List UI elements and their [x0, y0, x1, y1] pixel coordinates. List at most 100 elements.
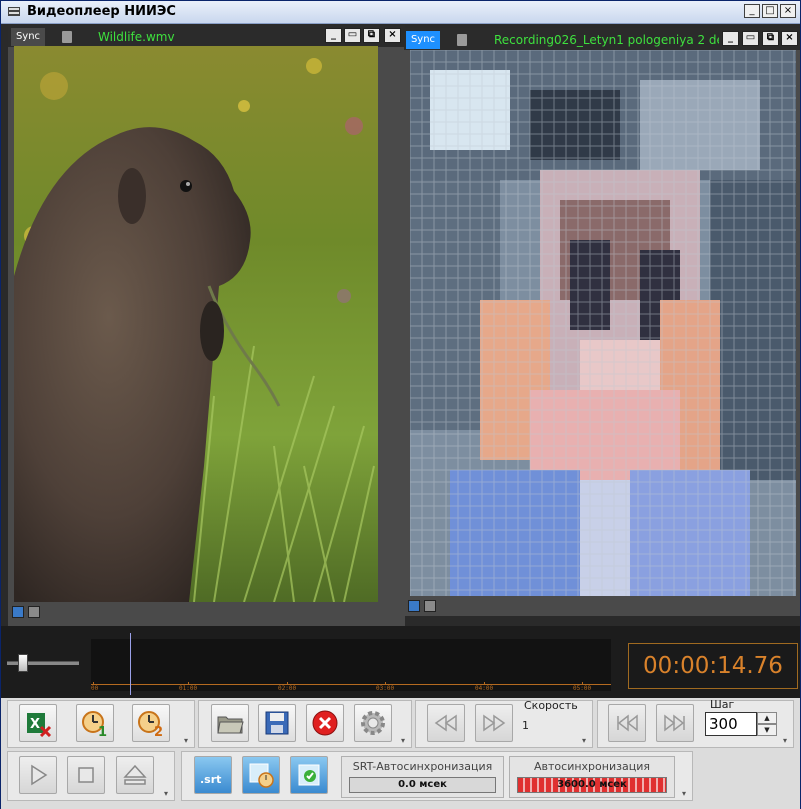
svg-text:X: X [30, 717, 40, 732]
play-button[interactable] [19, 756, 57, 794]
eject-button[interactable] [116, 756, 154, 794]
app-window: Видеоплеер НИИЭС _ □ × Sync Wildlife.wmv… [0, 0, 801, 809]
left-pane-doc-icon[interactable] [62, 31, 72, 43]
play-icon [31, 764, 48, 786]
srt-autosync-panel: SRT-Автосинхронизация 0.0 мсек [341, 756, 504, 798]
folder-open-icon [217, 716, 244, 734]
svg-text:1: 1 [98, 725, 107, 737]
save-icon [265, 711, 289, 735]
step-increase-button[interactable]: ▲ [757, 712, 777, 724]
sync-check-button[interactable] [290, 756, 328, 794]
group-options-icon[interactable]: ▾ [184, 737, 193, 746]
srt-icon: .srt [200, 773, 221, 786]
excel-export-button[interactable]: X [19, 704, 57, 742]
title-bar[interactable]: Видеоплеер НИИЭС _ □ × [1, 1, 800, 24]
right-pane-close-button[interactable]: × [781, 31, 798, 46]
minimize-button[interactable]: _ [744, 4, 760, 18]
timeline[interactable]: 00 01:00 02:00 03:00 04:00 05:00 [91, 639, 611, 692]
close-button[interactable]: × [780, 4, 796, 18]
speed-value: 1 [522, 719, 529, 732]
excel-export-icon: X [27, 713, 52, 737]
svg-text:.srt: .srt [200, 773, 221, 786]
rewind-button[interactable] [427, 704, 465, 742]
autosync-title: Автосинхронизация [534, 760, 650, 773]
eject-icon [123, 764, 147, 785]
timeline-tick-label: 05:00 [573, 685, 592, 692]
volume-slider-thumb[interactable] [18, 654, 28, 672]
right-pane-resize-icon[interactable] [424, 600, 436, 612]
srt-autosync-value: 0.0 мсек [349, 777, 496, 793]
group-options-icon[interactable]: ▾ [401, 737, 410, 746]
srt-autosync-title: SRT-Автосинхронизация [352, 760, 493, 773]
autosync-value: 3600.0 мсек [517, 777, 667, 793]
timeline-tick-label: 04:00 [475, 685, 494, 692]
sync-check-icon [298, 764, 320, 786]
step-decrease-button[interactable]: ▼ [757, 724, 777, 736]
speed-label: Скорость [524, 699, 578, 712]
fast-forward-button[interactable] [475, 704, 513, 742]
right-pane-doc-icon[interactable] [457, 34, 467, 46]
window-title: Видеоплеер НИИЭС [27, 4, 176, 19]
right-pane-float-button[interactable]: ⧉ [762, 31, 779, 46]
timeline-tick-label: 00 [91, 685, 99, 692]
group-options-icon[interactable]: ▾ [682, 790, 691, 799]
gear-icon [361, 711, 385, 735]
close-red-icon [312, 710, 338, 736]
srt-button[interactable]: .srt [194, 756, 232, 794]
left-pane-footer [8, 603, 405, 621]
skip-start-icon [617, 714, 638, 732]
stop-icon [78, 767, 94, 783]
left-pane-float-button[interactable]: ⧉ [363, 28, 380, 43]
sync-clock-button[interactable] [242, 756, 280, 794]
left-pane-resize-icon[interactable] [28, 606, 40, 618]
clock-2-button[interactable]: 2 [132, 704, 170, 742]
left-filename: Wildlife.wmv [98, 30, 175, 44]
right-video-frame[interactable] [410, 50, 796, 596]
right-video-pane: Sync Recording026_Letyn1 pologeniya 2 de… [404, 28, 800, 616]
left-pane-restore-button[interactable]: ▭ [344, 28, 361, 43]
right-filename: Recording026_Letyn1 pologeniya 2 den' 1_… [494, 33, 719, 47]
right-pane-restore-button[interactable]: ▭ [742, 31, 759, 46]
left-pane-minimize-button[interactable]: _ [325, 28, 342, 43]
timeline-tick-label: 02:00 [278, 685, 297, 692]
stop-button[interactable] [67, 756, 105, 794]
right-pane-footer [404, 597, 800, 615]
skip-end-button[interactable] [656, 704, 694, 742]
wildlife-video-image [14, 46, 378, 602]
app-icon [8, 7, 20, 16]
recording-video-image [410, 50, 796, 596]
save-button[interactable] [258, 704, 296, 742]
svg-text:2: 2 [154, 725, 163, 737]
clock-1-icon: 1 [82, 711, 107, 737]
settings-button[interactable] [354, 704, 392, 742]
right-pane-info-icon[interactable] [408, 600, 420, 612]
group-options-icon[interactable]: ▾ [582, 737, 591, 746]
autosync-panel: Автосинхронизация 3600.0 мсек [509, 756, 675, 798]
fast-forward-icon [483, 714, 506, 732]
close-file-button[interactable] [306, 704, 344, 742]
left-pane-info-icon[interactable] [12, 606, 24, 618]
right-pane-header: Sync Recording026_Letyn1 pologeniya 2 de… [404, 28, 800, 50]
skip-end-icon [664, 714, 685, 732]
step-label: Шаг [710, 698, 735, 711]
right-pane-minimize-button[interactable]: _ [722, 31, 739, 46]
maximize-button[interactable]: □ [762, 4, 778, 18]
group-options-icon[interactable]: ▾ [164, 790, 173, 799]
left-video-frame[interactable] [14, 46, 378, 602]
timeline-axis [91, 684, 611, 685]
timeline-tick-label: 03:00 [376, 685, 395, 692]
left-sync-tab[interactable]: Sync [11, 28, 45, 46]
right-sync-tab[interactable]: Sync [406, 31, 440, 49]
timeline-playhead[interactable] [130, 633, 131, 695]
open-folder-button[interactable] [211, 704, 249, 742]
skip-start-button[interactable] [608, 704, 646, 742]
clock-1-button[interactable]: 1 [76, 704, 114, 742]
left-pane-header: Sync Wildlife.wmv _ ▭ ⧉ × [8, 25, 405, 47]
left-video-pane: Sync Wildlife.wmv _ ▭ ⧉ × [8, 25, 405, 627]
step-input[interactable]: 300 [705, 712, 757, 736]
left-pane-close-button[interactable]: × [384, 28, 401, 43]
clock-2-icon: 2 [138, 711, 163, 737]
sync-clock-icon [249, 763, 274, 788]
group-options-icon[interactable]: ▾ [783, 737, 792, 746]
rewind-icon [434, 714, 457, 732]
